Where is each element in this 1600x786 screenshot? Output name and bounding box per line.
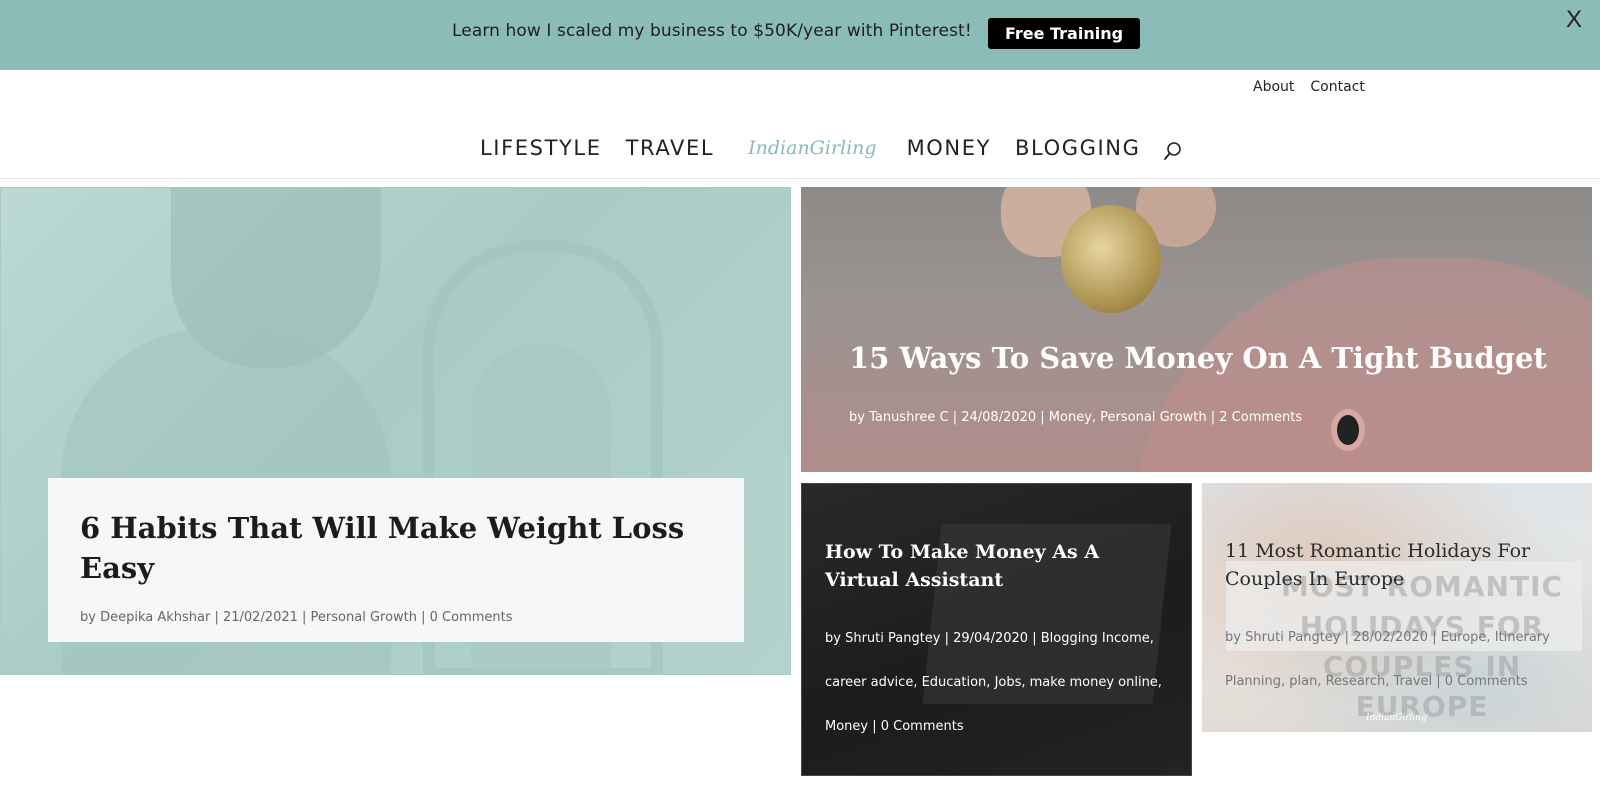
secondary-nav: About Contact [1253,79,1365,95]
close-promo-button[interactable]: X [1566,6,1582,34]
post-meta: by Tanushree C | 24/08/2020 | Money, Per… [849,410,1303,425]
image-brand-mark: IndianGirling [1366,713,1427,723]
post-meta: by Deepika Akhshar | 21/02/2021 | Person… [80,610,513,625]
nav-item-blogging[interactable]: BLOGGING [1015,136,1140,160]
post-title[interactable]: 6 Habits That Will Make Weight Loss Easy [80,508,712,588]
header-divider [0,178,1600,179]
post-title[interactable]: 11 Most Romantic Holidays For Couples In… [1225,537,1575,593]
featured-post-weight-loss[interactable]: 6 Habits That Will Make Weight Loss Easy… [0,187,791,675]
post-title[interactable]: How To Make Money As A Virtual Assistant [825,538,1175,594]
post-card: 6 Habits That Will Make Weight Loss Easy… [48,478,744,642]
promo-bar: Learn how I scaled my business to $50K/y… [0,0,1600,70]
nav-item-money[interactable]: MONEY [907,136,991,160]
main-nav: LIFESTYLE TRAVEL IndianGirling MONEY BLO… [480,130,1184,166]
about-link[interactable]: About [1253,79,1294,95]
post-save-money[interactable]: 15 Ways To Save Money On A Tight Budget … [801,187,1592,472]
site-logo[interactable]: IndianGirling [748,137,876,159]
search-icon[interactable] [1162,140,1184,162]
post-title[interactable]: 15 Ways To Save Money On A Tight Budget [849,340,1547,376]
nav-item-travel[interactable]: TRAVEL [626,136,715,160]
post-romantic-holidays[interactable]: MOST ROMANTIC HOLIDAYS FOR COUPLES IN EU… [1202,483,1592,732]
contact-link[interactable]: Contact [1310,79,1364,95]
promo-text: Learn how I scaled my business to $50K/y… [452,21,972,41]
post-virtual-assistant[interactable]: How To Make Money As A Virtual Assistant… [801,483,1192,776]
post-meta: by Shruti Pangtey | 28/02/2020 | Europe,… [1225,630,1550,689]
piggy-bank-eye [1331,409,1365,451]
coin-image [1061,205,1161,313]
post-meta: by Shruti Pangtey | 29/04/2020 | Bloggin… [825,631,1162,734]
nav-item-lifestyle[interactable]: LIFESTYLE [480,136,602,160]
free-training-button[interactable]: Free Training [988,18,1140,49]
